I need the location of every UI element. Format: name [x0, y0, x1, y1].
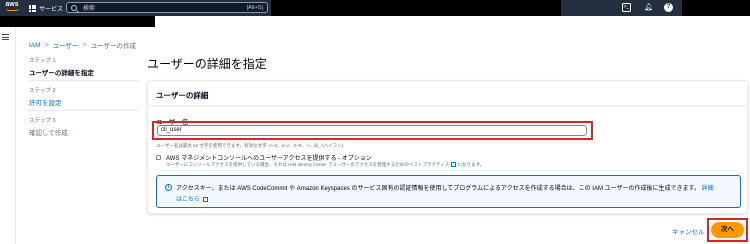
console-access-desc-suffix: になります。: [457, 162, 485, 167]
next-button[interactable]: 次へ: [711, 222, 744, 238]
step-number: ステップ 2: [29, 88, 56, 94]
search-placeholder: 検索: [83, 6, 96, 12]
step-2[interactable]: ステップ 2 許可を設定: [29, 86, 62, 107]
top-navigation-bar: aws サービス 検索 [Alt+S] >_ 🔔︎ ?: [0, 0, 750, 16]
username-input[interactable]: cli_user: [157, 125, 587, 136]
bell-icon[interactable]: 🔔︎: [644, 3, 653, 12]
help-icon[interactable]: ?: [664, 3, 673, 12]
step-number: ステップ 1: [29, 58, 56, 64]
services-label: サービス: [39, 6, 64, 13]
panel-header: ユーザーの詳細: [156, 91, 209, 100]
username-constraint: ユーザー名は最大 64 文字を使用できます。有効な文字: A~Z、a~z、0~9…: [156, 143, 344, 148]
console-access-checkbox[interactable]: [156, 155, 161, 160]
step-3: ステップ 3 確認して作成: [29, 116, 68, 137]
info-icon: i: [165, 184, 172, 191]
search-input[interactable]: 検索 [Alt+S]: [66, 2, 268, 13]
step-1: ステップ 1 ユーザーの詳細を指定: [29, 56, 94, 77]
cloudshell-icon[interactable]: >_: [622, 3, 631, 12]
info-text: アクセスキー、または AWS CodeCommit や Amazon Keysp…: [176, 184, 716, 206]
panel-divider: [148, 105, 747, 106]
menu-icon[interactable]: [2, 34, 9, 40]
grid-icon: [29, 4, 36, 12]
console-access-desc-text: ユーザーにコンソールアクセスを提供している場合、それは IAM Identity…: [166, 162, 450, 167]
info-message: アクセスキー、または AWS CodeCommit や Amazon Keysp…: [176, 186, 700, 192]
step-number: ステップ 3: [29, 118, 56, 124]
external-link-icon[interactable]: [202, 196, 208, 202]
cancel-button[interactable]: キャンセル: [672, 226, 705, 236]
chevron-right-icon: >: [82, 41, 87, 49]
breadcrumb: IAM > ユーザー > ユーザーの作成: [29, 40, 136, 51]
breadcrumb-iam[interactable]: IAM: [29, 42, 41, 49]
console-access-description: ユーザーにコンソールアクセスを提供している場合、それは IAM Identity…: [166, 162, 484, 168]
rail-divider: [15, 27, 16, 244]
breadcrumb-current: ユーザーの作成: [90, 43, 136, 50]
redacted-area: [271, 0, 561, 16]
search-icon: [71, 4, 77, 11]
user-details-panel: ユーザーの詳細 ユーザー名 cli_user ユーザー名は最大 64 文字を使用…: [147, 80, 748, 214]
step-title: 確認して作成: [29, 130, 68, 137]
page-title: ユーザーの詳細を指定: [147, 57, 267, 71]
aws-logo[interactable]: aws: [3, 1, 21, 15]
step-title: ユーザーの詳細を指定: [29, 70, 94, 77]
services-menu-button[interactable]: サービス: [29, 3, 63, 13]
breadcrumb-users[interactable]: ユーザー: [53, 40, 79, 50]
redacted-secondary-bar: [0, 16, 155, 27]
chevron-right-icon: >: [44, 41, 49, 49]
redacted-account-area: [682, 0, 750, 16]
info-alert: i アクセスキー、または AWS CodeCommit や Amazon Key…: [156, 175, 741, 208]
search-shortcut: [Alt+S]: [246, 4, 263, 11]
console-access-label[interactable]: AWS マネジメントコンソールへのユーザーアクセスを提供する - オプション: [166, 153, 372, 162]
external-link-icon[interactable]: [451, 162, 457, 168]
step-divider: [29, 80, 139, 81]
step-divider: [29, 110, 139, 111]
step-title[interactable]: 許可を設定: [29, 97, 62, 107]
